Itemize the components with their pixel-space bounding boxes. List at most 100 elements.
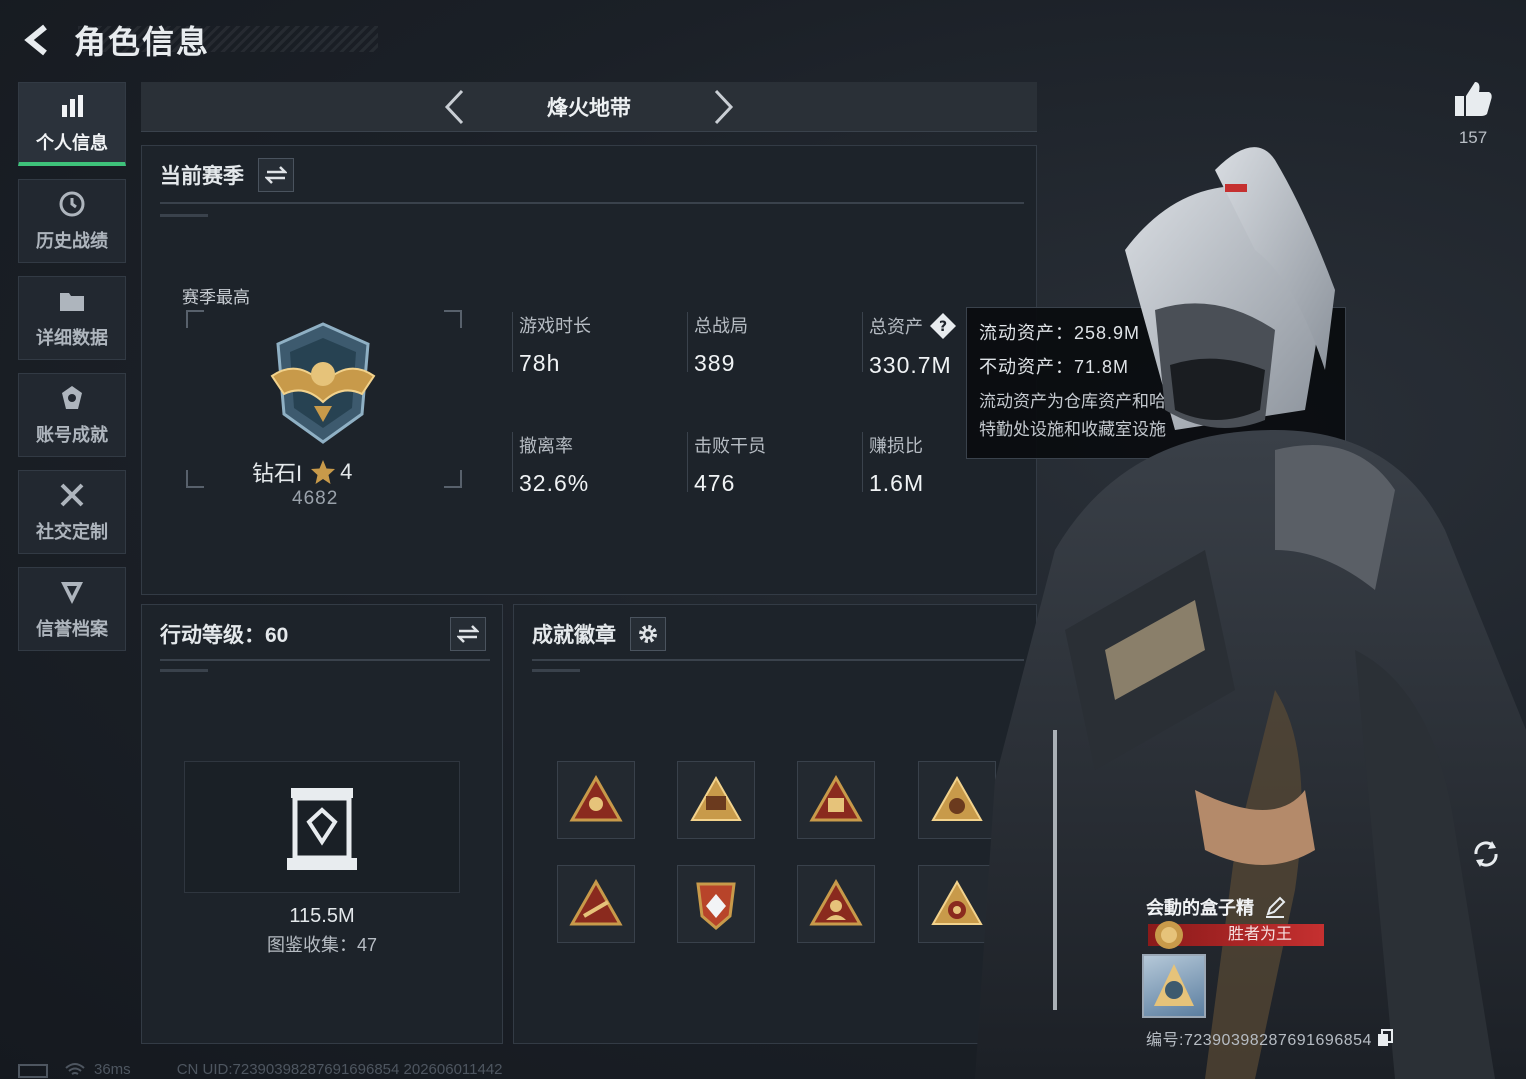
svg-text:?: ? bbox=[939, 319, 947, 335]
display-case-icon bbox=[287, 788, 357, 870]
achievement-panel: 成就徽章 bbox=[513, 604, 1037, 1044]
mode-title: 烽火地带 bbox=[547, 96, 631, 120]
folder-icon bbox=[60, 293, 84, 311]
stat-divider bbox=[687, 432, 688, 492]
tools-icon bbox=[60, 483, 84, 507]
sidebar-item-label: 账号成就 bbox=[36, 425, 108, 445]
sidebar-item-label: 社交定制 bbox=[36, 522, 108, 542]
player-id: 编号:723903982876916968​54 bbox=[1146, 1026, 1394, 1050]
stat-value: 1.6M bbox=[869, 470, 925, 496]
stat-divider bbox=[512, 312, 513, 372]
stat-label: 总战局 bbox=[694, 316, 748, 336]
back-button[interactable] bbox=[18, 20, 58, 60]
star-icon bbox=[311, 460, 336, 484]
player-name-card: 会動的盒子精 胜者为王 编号:723903982876916968​54 bbox=[1138, 880, 1508, 1055]
like-button[interactable] bbox=[1450, 80, 1496, 123]
rank-stars: 4 bbox=[340, 459, 353, 484]
season-best-label: 赛季最高 bbox=[182, 288, 250, 307]
achievement-badge-6[interactable] bbox=[677, 865, 755, 943]
stat-profit-ratio: 赚损比 1.6M bbox=[869, 432, 924, 497]
action-level-title: 行动等级：60 bbox=[160, 624, 289, 647]
achievement-badge-1[interactable] bbox=[557, 761, 635, 839]
sidebar-item-personal-info[interactable]: 个人信息 bbox=[18, 82, 126, 166]
achievement-badge-icon bbox=[569, 774, 623, 822]
achievement-badge-3[interactable] bbox=[797, 761, 875, 839]
achievement-badge-icon bbox=[809, 774, 863, 822]
season-panel-header: 当前赛季 bbox=[160, 158, 294, 192]
stat-label-text: 总资产 bbox=[869, 317, 923, 337]
player-name-text: 会動的盒子精 bbox=[1146, 898, 1254, 918]
rotate-model-button[interactable] bbox=[1466, 834, 1506, 874]
status-bar: 36ms CN UID:723903982876916968​54 202606… bbox=[18, 1060, 503, 1079]
mode-prev-button[interactable] bbox=[429, 82, 479, 132]
stat-play-time: 游戏时长 78h bbox=[519, 312, 591, 377]
swap-icon bbox=[457, 625, 479, 643]
frame-corner bbox=[444, 470, 462, 488]
decorative-text-line bbox=[160, 669, 208, 672]
stat-kills: 击败干员 476 bbox=[694, 432, 766, 497]
collection-display[interactable] bbox=[184, 761, 460, 893]
stat-total-matches: 总战局 389 bbox=[694, 312, 748, 377]
uid-text: CN UID:723903982876916968​54 20260601144… bbox=[176, 1061, 503, 1078]
back-arrow-icon bbox=[24, 24, 47, 56]
stat-divider bbox=[862, 432, 863, 492]
help-icon[interactable]: ? bbox=[929, 312, 957, 340]
achievement-header: 成就徽章 bbox=[532, 617, 666, 651]
history-icon bbox=[59, 191, 85, 217]
edit-icon[interactable] bbox=[1264, 896, 1286, 918]
gear-icon bbox=[639, 625, 657, 643]
sidebar-item-achievements[interactable]: 账号成就 bbox=[18, 373, 126, 457]
achievement-badge-5[interactable] bbox=[557, 865, 635, 943]
rank-tier: 钻石I bbox=[252, 461, 303, 486]
collection-count: 图鉴收集：47 bbox=[266, 935, 378, 955]
sidebar-item-social[interactable]: 社交定制 bbox=[18, 470, 126, 554]
sidebar-item-label: 个人信息 bbox=[36, 132, 108, 153]
stat-label: 赚损比 bbox=[869, 436, 923, 456]
decorative-text-line bbox=[532, 669, 580, 672]
sidebar-item-reputation[interactable]: 信誉档案 bbox=[18, 567, 126, 651]
wifi-icon bbox=[65, 1062, 85, 1075]
mode-next-button[interactable] bbox=[699, 82, 749, 132]
ping-text: 36ms bbox=[94, 1061, 131, 1078]
like-count: 157 bbox=[1458, 128, 1488, 147]
stat-label: 撤离率 bbox=[519, 436, 573, 456]
avatar-image-icon bbox=[1154, 964, 1194, 1006]
sidebar: 个人信息 历史战绩 详细数据 账号成就 社交定制 信誉档案 bbox=[18, 82, 126, 664]
stat-value: 32.6% bbox=[519, 470, 590, 496]
season-panel-title: 当前赛季 bbox=[160, 165, 244, 188]
rank-emblem-icon bbox=[270, 322, 376, 444]
stat-value: 389 bbox=[694, 350, 736, 376]
achievement-icon bbox=[62, 386, 82, 409]
season-switch-button[interactable] bbox=[258, 158, 294, 192]
action-level-switch-button[interactable] bbox=[450, 617, 486, 651]
stat-divider bbox=[862, 312, 863, 372]
frame-corner bbox=[444, 310, 462, 328]
avatar[interactable] bbox=[1142, 954, 1206, 1018]
frame-corner bbox=[186, 470, 204, 488]
achievement-badge-7[interactable] bbox=[797, 865, 875, 943]
mode-selector: 烽火地带 bbox=[141, 82, 1037, 132]
achievement-title: 成就徽章 bbox=[532, 624, 616, 647]
achievement-badge-2[interactable] bbox=[677, 761, 755, 839]
stat-label: 游戏时长 bbox=[519, 316, 591, 336]
season-panel: 当前赛季 赛季最高 钻石I 4 4682 游戏时长 78h 总战局 389 总资… bbox=[141, 145, 1037, 595]
shield-icon bbox=[61, 582, 83, 604]
collection-value: 115.5M bbox=[289, 905, 355, 927]
bar-chart-icon bbox=[62, 94, 83, 117]
achievement-badge-icon bbox=[690, 775, 742, 821]
thumbs-up-icon bbox=[1455, 82, 1492, 116]
stat-value: 330.7M bbox=[869, 352, 952, 378]
action-level-panel: 行动等级：60 115.5M 图鉴收集：47 bbox=[141, 604, 503, 1044]
sidebar-item-details[interactable]: 详细数据 bbox=[18, 276, 126, 360]
player-id-text: 编号:723903982876916968​54 bbox=[1146, 1032, 1372, 1049]
divider bbox=[160, 202, 1024, 204]
achievement-badge-icon bbox=[809, 878, 863, 926]
sidebar-item-label: 信誉档案 bbox=[36, 619, 108, 639]
copy-icon[interactable] bbox=[1376, 1029, 1394, 1047]
achievement-badge-icon bbox=[696, 882, 736, 930]
sidebar-item-history[interactable]: 历史战绩 bbox=[18, 179, 126, 263]
sidebar-item-label: 历史战绩 bbox=[36, 231, 108, 251]
player-name: 会動的盒子精 bbox=[1146, 894, 1286, 920]
rank-name: 钻石I 4 bbox=[252, 456, 352, 488]
achievement-settings-button[interactable] bbox=[630, 617, 666, 651]
